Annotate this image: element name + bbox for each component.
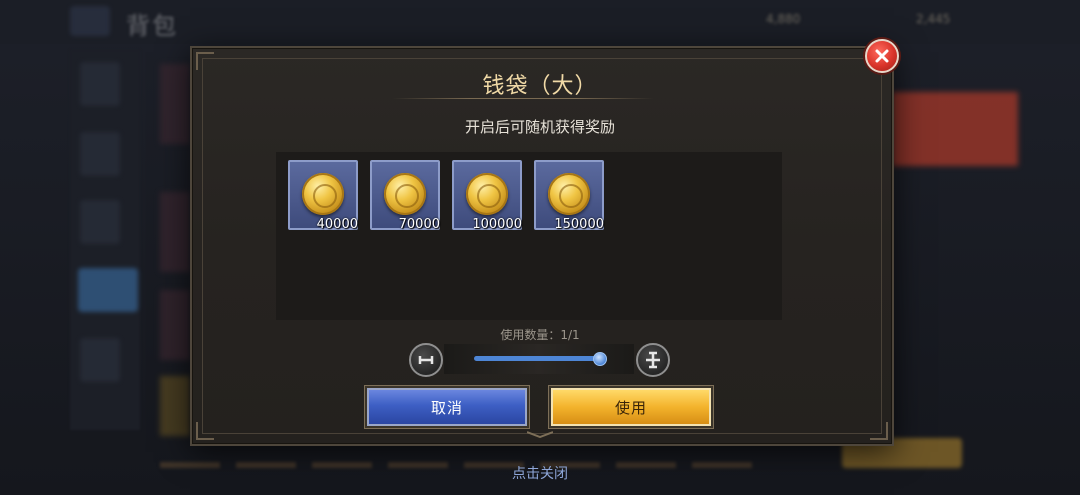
title-divider xyxy=(392,98,654,99)
background-resource-2: 2,445 xyxy=(916,12,951,26)
close-icon xyxy=(875,49,889,63)
gold-coin-icon xyxy=(384,173,426,215)
background-card xyxy=(160,192,190,272)
decrease-quantity-button[interactable] xyxy=(409,343,443,377)
reward-item[interactable]: 40000 xyxy=(288,160,358,232)
reward-item[interactable]: 150000 xyxy=(534,160,604,232)
bottom-ornament-icon xyxy=(527,431,553,438)
background-card xyxy=(160,376,190,436)
dialog-corner-ornament xyxy=(196,422,214,440)
gold-coin-icon xyxy=(466,173,508,215)
reward-item[interactable]: 100000 xyxy=(452,160,522,232)
quantity-slider-handle[interactable] xyxy=(593,352,607,366)
reward-quantity: 100000 xyxy=(472,217,522,232)
reward-item[interactable]: 70000 xyxy=(370,160,440,232)
use-count-label: 使用数量：1/1 xyxy=(500,328,580,342)
reward-list: 40000 70000 100000 150000 xyxy=(276,152,782,320)
background-card xyxy=(160,290,190,360)
tap-to-close-hint[interactable]: 点击关闭 xyxy=(0,463,1080,483)
minus-icon xyxy=(418,356,434,364)
reward-quantity: 150000 xyxy=(554,217,604,232)
dialog-subtitle: 开启后可随机获得奖励 xyxy=(464,118,615,136)
gold-coin-icon xyxy=(548,173,590,215)
background-resource-1: 4,880 xyxy=(766,12,801,26)
use-button[interactable]: 使用 xyxy=(551,388,711,426)
increase-quantity-button[interactable] xyxy=(636,343,670,377)
background-back-icon xyxy=(70,6,110,36)
reward-quantity: 70000 xyxy=(398,217,440,232)
background-sidebar-item xyxy=(80,338,120,382)
cancel-button[interactable]: 取消 xyxy=(367,388,527,426)
background-title: 背包 xyxy=(126,12,178,40)
plus-icon xyxy=(646,351,660,369)
dialog-title: 钱袋（大） xyxy=(482,74,598,99)
reward-quantity: 40000 xyxy=(316,217,358,232)
background-sidebar-item xyxy=(80,200,120,244)
background-sidebar-item xyxy=(78,268,138,312)
background-sidebar-item xyxy=(80,132,120,176)
gold-coin-icon xyxy=(302,173,344,215)
quantity-slider-fill xyxy=(474,356,602,361)
dialog-corner-ornament xyxy=(870,422,888,440)
